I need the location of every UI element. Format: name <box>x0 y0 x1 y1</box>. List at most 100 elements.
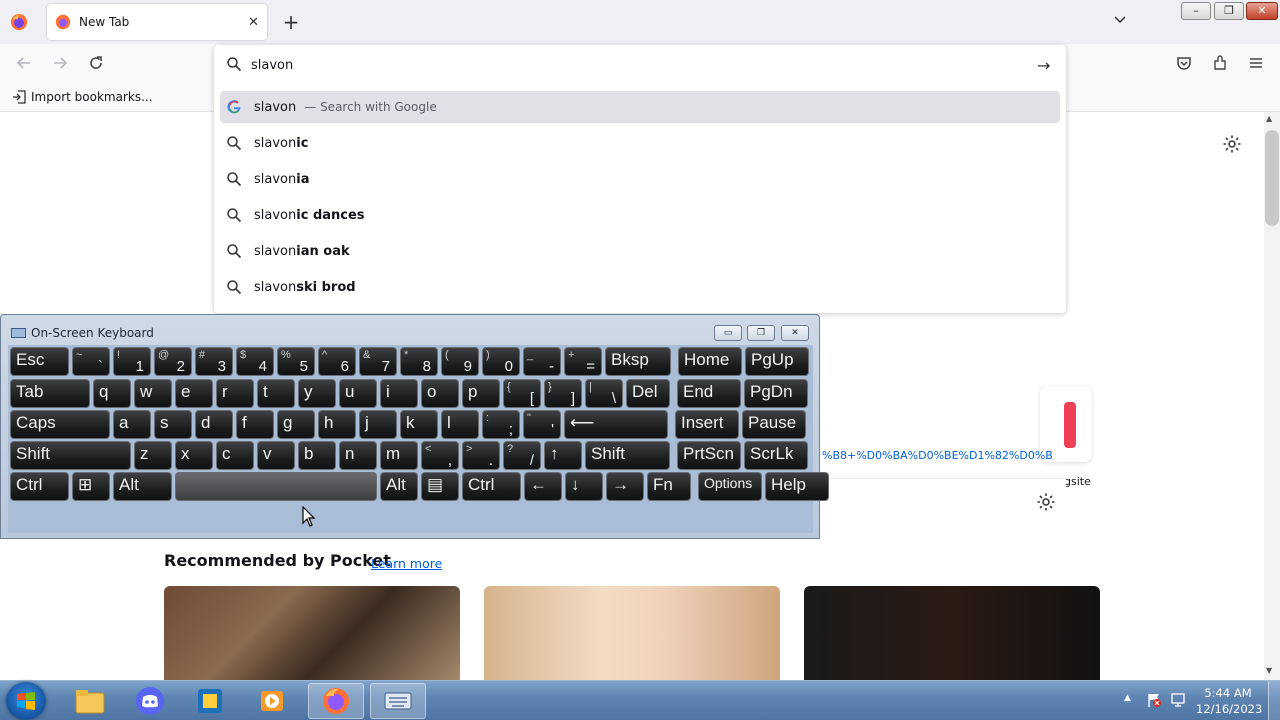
pocket-card-3[interactable] <box>804 586 1100 680</box>
history-url-text[interactable]: %B8+%D0%BA%D0%BE%D1%82%D0%B0%D0%B0 <box>822 449 1052 462</box>
extensions-button[interactable] <box>1209 54 1231 76</box>
osk-key[interactable]: q <box>93 379 131 408</box>
osk-key[interactable]: s <box>154 410 192 439</box>
osk-key[interactable]: Tab <box>10 379 90 408</box>
osk-key[interactable]: o <box>421 379 459 408</box>
osk-key[interactable]: ) 0 <box>482 347 520 376</box>
osk-key[interactable]: → <box>606 472 644 501</box>
url-suggestion[interactable]: slavon ia <box>220 163 1060 195</box>
osk-key[interactable]: (9 <box>441 347 479 376</box>
window-minimize-button[interactable]: – <box>1181 2 1211 20</box>
url-input[interactable] <box>251 54 1011 76</box>
newtab-settings-gear-icon[interactable] <box>1222 134 1242 154</box>
osk-key[interactable]: f <box>236 410 274 439</box>
taskbar-discord-button[interactable] <box>122 683 178 719</box>
osk-key[interactable]: ScrLk <box>744 441 808 470</box>
show-hidden-icons-button[interactable]: ▲ <box>1124 693 1131 703</box>
action-center-flag-icon[interactable] <box>1146 692 1162 708</box>
osk-key[interactable]: Esc <box>10 347 69 376</box>
pocket-card-1[interactable] <box>164 586 460 680</box>
osk-key[interactable]: {[ <box>503 379 541 408</box>
tab-close-icon[interactable]: ✕ <box>248 15 259 30</box>
osk-key[interactable]: }] <box>544 379 582 408</box>
osk-key[interactable]: t <box>257 379 295 408</box>
osk-key[interactable]: " ' <box>523 410 561 439</box>
new-tab-button[interactable]: + <box>280 8 302 36</box>
scroll-up-arrow-icon[interactable]: ▲ <box>1266 114 1272 123</box>
osk-key[interactable]: m <box>380 441 418 470</box>
osk-key[interactable]: PrtScn <box>677 441 741 470</box>
osk-key[interactable]: Alt <box>380 472 418 501</box>
osk-key[interactable]: #3 <box>195 347 233 376</box>
osk-key[interactable]: y <box>298 379 336 408</box>
osk-key[interactable]: Insert <box>675 410 739 439</box>
pocket-button[interactable] <box>1173 54 1195 76</box>
osk-key[interactable]: & 7 <box>359 347 397 376</box>
osk-key[interactable]: % 5 <box>277 347 315 376</box>
osk-key[interactable]: r <box>216 379 254 408</box>
osk-key[interactable]: ▤ <box>421 472 459 501</box>
osk-key[interactable]: g <box>277 410 315 439</box>
osk-key[interactable]: Ctrl <box>10 472 69 501</box>
osk-key[interactable]: Options <box>698 472 762 501</box>
osk-key[interactable]: h <box>318 410 356 439</box>
forward-button[interactable] <box>49 54 71 76</box>
osk-restore-button[interactable]: ❐ <box>747 325 775 341</box>
url-suggestion[interactable]: slavon ian oak <box>220 235 1060 267</box>
osk-key[interactable]: d <box>195 410 233 439</box>
osk-key[interactable]: ⊞ <box>72 472 110 501</box>
osk-key[interactable]: + = <box>564 347 602 376</box>
osk-key[interactable]: Help <box>765 472 829 501</box>
osk-key[interactable]: $4 <box>236 347 274 376</box>
osk-key[interactable]: a <box>113 410 151 439</box>
osk-key[interactable]: Ctrl <box>462 472 521 501</box>
app-menu-button[interactable] <box>1245 54 1267 76</box>
osk-key[interactable]: p <box>462 379 500 408</box>
import-bookmarks-button[interactable]: Import bookmarks... <box>12 90 153 104</box>
network-icon[interactable] <box>1171 692 1187 708</box>
osk-key[interactable]: Del <box>626 379 670 408</box>
scrollbar-thumb[interactable] <box>1265 130 1279 226</box>
osk-key[interactable]: c <box>216 441 254 470</box>
url-suggestion[interactable]: slavon ic dances <box>220 199 1060 231</box>
taskbar-firefox-button[interactable] <box>308 683 364 719</box>
osk-key[interactable]: ← <box>524 472 562 501</box>
osk-key[interactable]: Fn <box>647 472 691 501</box>
window-close-button[interactable]: ✕ <box>1246 2 1278 20</box>
osk-key[interactable]: End <box>677 379 741 408</box>
scroll-down-arrow-icon[interactable]: ▼ <box>1266 666 1272 675</box>
osk-key[interactable]: ! 1 <box>113 347 151 376</box>
osk-key[interactable]: PgUp <box>745 347 809 376</box>
osk-key[interactable]: ~ ` <box>72 347 110 376</box>
osk-key[interactable]: i <box>380 379 418 408</box>
taskbar-clock[interactable]: 5:44 AM 12/16/2023 <box>1196 685 1262 717</box>
start-button[interactable] <box>6 682 46 720</box>
osk-key[interactable]: ↓ <box>565 472 603 501</box>
osk-key[interactable]: Caps <box>10 410 110 439</box>
back-button[interactable] <box>13 54 35 76</box>
osk-key[interactable]: Shift <box>10 441 131 470</box>
osk-key[interactable]: ? / <box>503 441 541 470</box>
section-settings-gear-icon[interactable] <box>1036 492 1056 512</box>
osk-key[interactable]: x <box>175 441 213 470</box>
osk-key[interactable]: v <box>257 441 295 470</box>
osk-key[interactable]: >. <box>462 441 500 470</box>
pocket-card-2[interactable] <box>484 586 780 680</box>
show-desktop-button[interactable] <box>1268 681 1280 720</box>
osk-key[interactable]: :; <box>482 410 520 439</box>
osk-key[interactable]: b <box>298 441 336 470</box>
osk-key[interactable]: n <box>339 441 377 470</box>
osk-key[interactable]: ↑ <box>544 441 582 470</box>
taskbar-explorer-button[interactable] <box>62 683 118 719</box>
taskbar-media-player-button[interactable] <box>244 683 300 719</box>
tab-new-tab[interactable]: New Tab ✕ <box>47 4 267 40</box>
osk-key[interactable]: | \ <box>585 379 623 408</box>
taskbar-osk-button[interactable] <box>370 683 426 719</box>
list-all-tabs-button[interactable] <box>1110 12 1130 32</box>
pocket-learn-more-link[interactable]: Learn more <box>371 556 442 571</box>
osk-key[interactable]: l <box>441 410 479 439</box>
osk-key[interactable]: PgDn <box>744 379 808 408</box>
url-suggestion[interactable]: slavon ic <box>220 127 1060 159</box>
osk-key-space[interactable] <box>175 472 377 501</box>
osk-key[interactable]: Home <box>678 347 742 376</box>
